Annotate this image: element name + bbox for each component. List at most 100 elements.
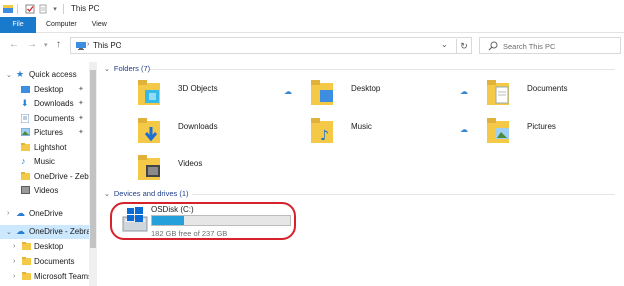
properties-icon[interactable] — [25, 4, 35, 14]
nav-label: Pictures — [34, 128, 63, 137]
title-bar: ▾ This PC — [0, 0, 624, 17]
nav-label: Videos — [34, 186, 59, 195]
tile-label: Desktop — [351, 84, 381, 93]
back-button[interactable]: ← — [9, 40, 19, 50]
nav-label: Desktop — [34, 85, 64, 94]
folder-icon — [22, 257, 31, 267]
music-icon: ♪ — [21, 156, 26, 166]
tile-label: Pictures — [527, 122, 556, 131]
pin-icon: ✦ — [78, 129, 84, 136]
cloud-icon: ☁ — [460, 125, 468, 134]
new-folder-icon[interactable] — [38, 4, 48, 14]
content-pane: ⌄ Folders (7) 3D Objects ☁ Desktop ☁ Doc… — [98, 62, 624, 286]
nav-label: OneDrive - Zebra — [34, 172, 96, 181]
folder-pictures[interactable]: Pictures — [487, 118, 624, 152]
highlight-annotation — [110, 202, 296, 240]
nav-onedrive[interactable]: › ☁ OneDrive — [0, 207, 89, 221]
nav-label: Downloads — [34, 99, 74, 108]
cloud-icon: ☁ — [16, 226, 25, 236]
pin-icon: ✦ — [78, 115, 84, 122]
nav-quick-access[interactable]: ⌄ ★ Quick access — [0, 68, 89, 82]
nav-label: Microsoft Teams — [34, 272, 93, 281]
pictures-icon — [20, 127, 31, 138]
scrollbar-thumb[interactable] — [90, 70, 96, 248]
nav-item-pictures[interactable]: Pictures ✦ — [0, 126, 89, 140]
navigation-pane: ⌄ ★ Quick access Desktop ✦ ⬇ Downloads ✦… — [0, 62, 97, 286]
address-bar[interactable]: › This PC › ⌄ ↻ — [70, 37, 472, 54]
cloud-icon: ☁ — [284, 87, 292, 96]
chevron-right-icon[interactable]: › — [13, 273, 15, 280]
folder-documents[interactable]: Documents — [487, 80, 624, 114]
folder-icon — [21, 143, 30, 153]
folder-music[interactable]: ♪ Music — [311, 118, 481, 152]
nav-item-onedrive-zebra[interactable]: OneDrive - Zebra — [0, 170, 96, 184]
downloads-folder-icon — [138, 118, 164, 148]
customize-qat-icon[interactable]: ▾ — [51, 4, 59, 14]
separator — [63, 3, 64, 14]
chevron-down-icon[interactable]: ⌄ — [6, 228, 12, 236]
search-icon — [488, 41, 498, 53]
folder-videos[interactable]: Videos — [138, 155, 308, 189]
folder-desktop[interactable]: Desktop — [311, 80, 481, 114]
chevron-right-icon[interactable]: › — [13, 258, 15, 265]
folder-icon — [21, 172, 30, 182]
tab-computer[interactable]: Computer — [46, 21, 77, 28]
documents-folder-icon — [487, 80, 513, 110]
drives-header[interactable]: ⌄ Devices and drives (1) — [104, 189, 189, 198]
desktop-folder-icon — [311, 80, 337, 110]
nav-item-music[interactable]: ♪ Music — [0, 155, 89, 169]
divider — [192, 194, 615, 195]
videos-icon — [21, 186, 30, 196]
nav-zebra-microsoft-teams[interactable]: › Microsoft Teams — [0, 270, 93, 284]
folder-icon — [22, 242, 31, 252]
tile-label: Music — [351, 122, 372, 131]
nav-item-lightshot[interactable]: Lightshot — [0, 141, 89, 155]
star-icon: ★ — [16, 69, 25, 79]
pin-icon: ✦ — [78, 100, 84, 107]
chevron-right-icon[interactable]: › — [119, 41, 121, 48]
nav-label: Lightshot — [34, 143, 67, 152]
search-field[interactable]: Search This PC — [479, 37, 621, 54]
folder-downloads[interactable]: Downloads — [138, 118, 308, 152]
chevron-down-icon[interactable]: ⌄ — [104, 190, 110, 198]
nav-item-downloads[interactable]: ⬇ Downloads ✦ — [0, 97, 89, 111]
nav-label: OneDrive — [29, 209, 63, 218]
up-button[interactable]: ↑ — [56, 40, 61, 50]
nav-label: Documents — [34, 114, 75, 123]
refresh-button[interactable]: ↻ — [456, 39, 471, 53]
cloud-icon: ☁ — [16, 208, 25, 218]
nav-label: OneDrive - Zebra — [29, 227, 91, 236]
folder-icon — [22, 272, 31, 282]
videos-folder-icon — [138, 155, 164, 185]
tab-view[interactable]: View — [92, 21, 107, 28]
downloads-icon: ⬇ — [21, 98, 29, 108]
nav-zebra-desktop[interactable]: › Desktop — [0, 240, 89, 254]
tab-file[interactable]: File — [0, 16, 36, 33]
nav-scrollbar[interactable] — [89, 62, 97, 286]
section-title: Folders (7) — [113, 64, 151, 73]
nav-label: Quick access — [29, 70, 77, 79]
chevron-down-icon[interactable]: ⌄ — [6, 71, 12, 79]
chevron-down-icon[interactable]: ⌄ — [441, 40, 448, 49]
nav-zebra-documents[interactable]: › Documents — [0, 255, 89, 269]
recent-locations-button[interactable]: ▾ — [44, 41, 48, 51]
nav-label: Documents — [34, 257, 75, 266]
chevron-right-icon[interactable]: › — [7, 210, 9, 217]
documents-icon — [20, 113, 30, 125]
folders-header[interactable]: ⌄ Folders (7) — [104, 64, 150, 73]
nav-item-documents[interactable]: Documents ✦ — [0, 112, 89, 126]
nav-onedrive-zebra[interactable]: ⌄ ☁ OneDrive - Zebra — [0, 225, 91, 239]
pin-icon: ✦ — [78, 86, 84, 93]
address-row: ← → ▾ ↑ › This PC › ⌄ ↻ Search This PC — [0, 36, 624, 56]
nav-item-desktop[interactable]: Desktop ✦ — [0, 83, 89, 97]
chevron-down-icon[interactable]: ⌄ — [104, 65, 110, 73]
forward-button[interactable]: → — [27, 40, 37, 50]
chevron-right-icon[interactable]: › — [13, 243, 15, 250]
pictures-folder-icon — [487, 118, 513, 148]
nav-item-videos[interactable]: Videos — [0, 184, 89, 198]
folder-3d-objects[interactable]: 3D Objects — [138, 80, 308, 114]
separator — [17, 3, 18, 14]
address-path[interactable]: This PC — [93, 41, 121, 50]
svg-text:♪: ♪ — [320, 128, 329, 144]
chevron-right-icon[interactable]: › — [87, 41, 89, 48]
